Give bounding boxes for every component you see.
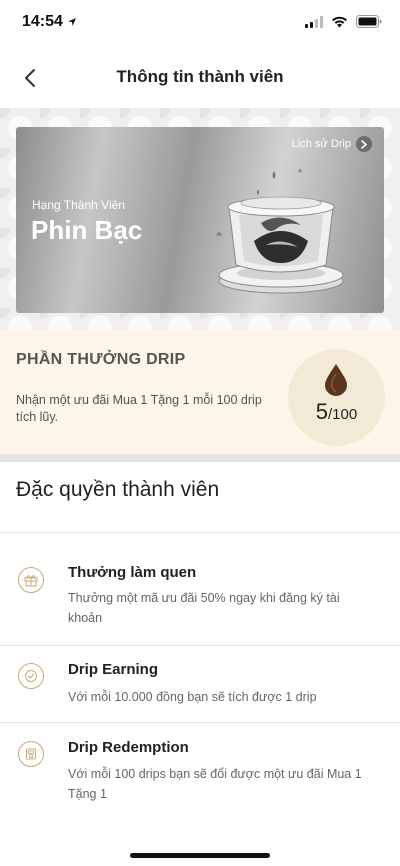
location-arrow-icon [68,18,76,26]
drip-reward-section: PHẦN THƯỞNG DRIP Nhận một ưu đãi Mua 1 T… [0,330,400,454]
reward-description: Nhận một ưu đãi Mua 1 Tặng 1 mỗi 100 dri… [16,393,262,424]
drip-icon [257,189,259,195]
star-icon [298,168,302,173]
phin-filter-illustration [216,168,344,294]
perk-item: Drip Earning Với mỗi 10.000 đồng bạn sẽ … [0,646,400,722]
tier-label: Hạng Thành Viên [32,198,125,212]
perk-title: Drip Redemption [68,739,189,756]
drip-total: /100 [328,406,358,423]
drip-count: 5/100 [288,399,385,425]
reward-title: PHẦN THƯỞNG DRIP [16,351,186,368]
perk-item: Drip Redemption Với mỗi 100 drips bạn sẽ… [0,723,400,823]
section-divider [0,454,400,462]
perks-header-shadow [0,532,400,534]
perk-item: Thưởng làm quen Thưởng một mã ưu đãi 50%… [0,550,400,645]
nav-bar: Thông tin thành viên [0,46,400,108]
star-icon [216,231,222,237]
coffee-machine-icon [18,741,44,767]
perk-description: Với mỗi 10.000 đồng bạn sẽ tích được 1 d… [68,690,317,704]
chevron-right-icon [356,136,372,152]
drip-history-label: Lịch sử Drip [291,138,351,150]
wifi-icon [332,16,347,27]
home-indicator[interactable] [130,853,270,858]
perks-title: Đặc quyền thành viên [16,478,220,501]
drip-icon [272,171,276,179]
battery-icon [356,15,382,28]
coffee-drop-icon [325,364,347,396]
check-circle-icon [18,663,44,689]
perk-description: Với mỗi 100 drips bạn sẽ đổi được một ưu… [68,767,362,801]
gift-icon [18,567,44,593]
status-time: 14:54 [22,13,63,30]
page-title: Thông tin thành viên [116,67,284,86]
status-icons [305,15,382,28]
signal-icon [305,15,323,28]
status-bar: 14:54 [0,0,400,46]
perk-description: Thưởng một mã ưu đãi 50% ngay khi đăng k… [68,591,340,625]
perk-title: Drip Earning [68,661,159,678]
drip-history-link[interactable]: Lịch sử Drip [292,136,372,152]
perk-title: Thưởng làm quen [68,564,197,581]
drip-current: 5 [315,399,329,424]
tier-name: Phin Bạc [31,215,143,245]
member-card: Lịch sử Drip Hạng Thành Viên Phin Bạc [16,127,384,313]
drip-progress-circle: 5/100 [288,349,385,446]
